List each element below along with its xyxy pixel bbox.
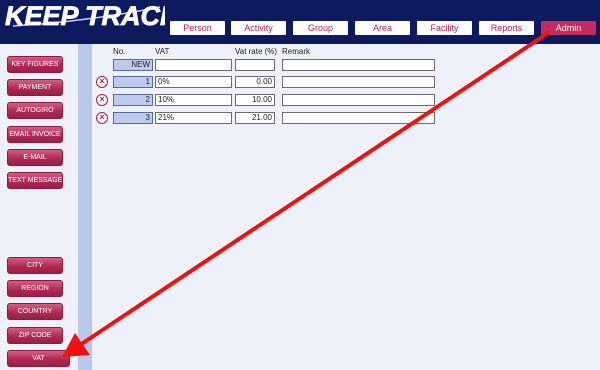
header-no: No. [113, 47, 126, 56]
header-vat: VAT [155, 47, 170, 56]
sidebar-item-autogiro[interactable]: AUTOGIRO [7, 102, 63, 119]
sidebar-item-e-mail[interactable]: E-MAIL [7, 149, 63, 166]
row-remark-input[interactable] [282, 112, 435, 124]
nav-tab-reports[interactable]: Reports [479, 21, 534, 35]
row-remark-input[interactable] [282, 94, 435, 106]
row-rate-input[interactable]: 21.00 [235, 112, 275, 124]
delete-icon[interactable]: × [96, 94, 108, 106]
sidebar-item-zip-code[interactable]: ZIP CODE [7, 327, 63, 344]
sidebar-item-region[interactable]: REGION [7, 280, 63, 297]
row-vat-input[interactable]: 10% [155, 94, 232, 106]
sidebar-item-vat[interactable]: VAT [7, 350, 70, 367]
row-no: 3 [113, 112, 153, 124]
sidebar-item-email-invoice[interactable]: EMAIL INVOICE [7, 126, 63, 143]
row-vat-input[interactable]: 0% [155, 76, 232, 88]
sidebar-item-text-message[interactable]: TEXT MESSAGE [7, 172, 63, 189]
header-remark: Remark [282, 47, 311, 56]
row-rate-input[interactable]: 10.00 [235, 94, 275, 106]
logo-text: KEEP TRACK [5, 2, 165, 31]
header-vat-rate: Vat rate (%) [235, 47, 278, 56]
delete-icon[interactable]: × [96, 76, 108, 88]
app-header: KEEP TRACK Person Activity Group Area Fa… [0, 0, 600, 44]
sidebar-item-key-figures[interactable]: KEY FIGURES [7, 56, 63, 73]
sidebar-item-payment[interactable]: PAYMENT [7, 79, 63, 96]
sidebar: KEY FIGURES PAYMENT AUTOGIRO EMAIL INVOI… [0, 44, 78, 370]
content-divider [78, 44, 92, 370]
new-row-rate-input[interactable] [235, 59, 275, 71]
row-remark-input[interactable] [282, 76, 435, 88]
new-row-no: NEW [113, 59, 153, 71]
nav-tab-area[interactable]: Area [355, 21, 410, 35]
new-row-remark-input[interactable] [282, 59, 435, 71]
nav-tab-activity[interactable]: Activity [231, 21, 286, 35]
row-no: 2 [113, 94, 153, 106]
nav-tab-admin[interactable]: Admin [541, 21, 596, 35]
row-rate-input[interactable]: 0.00 [235, 76, 275, 88]
sidebar-item-country[interactable]: COUNTRY [7, 303, 63, 320]
nav-tab-person[interactable]: Person [170, 21, 225, 35]
nav-tab-facility[interactable]: Facility [417, 21, 472, 35]
logo: KEEP TRACK [5, 2, 165, 31]
new-row-vat-input[interactable] [155, 59, 232, 71]
sidebar-item-city[interactable]: CITY [7, 257, 63, 274]
delete-icon[interactable]: × [96, 112, 108, 124]
nav-tab-group[interactable]: Group [293, 21, 348, 35]
row-vat-input[interactable]: 21% [155, 112, 232, 124]
row-no: 1 [113, 76, 153, 88]
